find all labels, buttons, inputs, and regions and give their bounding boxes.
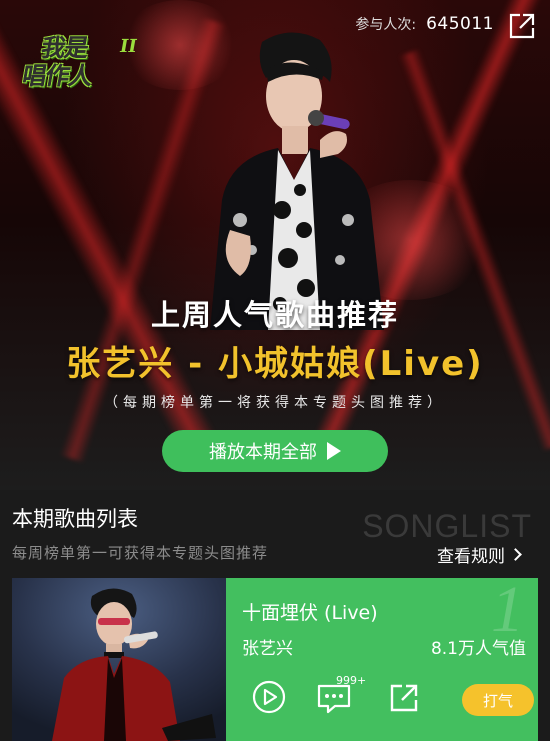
hero-note: （每期榜单第一将获得本专题头图推荐）: [104, 395, 446, 411]
artist-name[interactable]: 张艺兴: [242, 634, 293, 659]
play-all-button[interactable]: 播放本期全部: [162, 430, 388, 472]
comment-count-badge: 999+: [336, 674, 367, 687]
view-rules-link[interactable]: 查看规则: [437, 542, 522, 567]
cheer-button[interactable]: 打气: [462, 684, 534, 716]
song-thumbnail: [12, 578, 226, 741]
song-actions: 999+ 打气: [252, 674, 538, 720]
participants-counter: 参与人次: 645011: [355, 14, 494, 34]
play-circle-icon[interactable]: [252, 680, 286, 714]
share-icon[interactable]: [388, 682, 420, 714]
play-all-label: 播放本期全部: [209, 442, 317, 463]
songlist-watermark: SONGLIST: [362, 508, 532, 544]
view-rules-label: 查看规则: [437, 547, 505, 567]
songlist-subtitle: 每周榜单第一可获得本专题头图推荐: [12, 544, 269, 562]
participants-count: 645011: [426, 14, 494, 34]
chevron-right-icon: [509, 548, 522, 561]
songlist-title: 本期歌曲列表: [12, 507, 138, 531]
show-logo: 我是 II 唱作人: [17, 26, 140, 90]
external-share-icon[interactable]: [508, 12, 536, 40]
hero-title: 上周人气歌曲推荐: [150, 298, 399, 332]
play-triangle-icon: [327, 442, 341, 460]
singer-photo: [210, 32, 384, 330]
featured-song-title: 张艺兴 - 小城姑娘(Live): [66, 344, 484, 384]
hero-banner: 我是 II 唱作人 参与人次: 645011 上周人气歌曲推荐 张艺兴 - 小城…: [0, 0, 550, 490]
participants-label: 参与人次:: [355, 17, 417, 33]
popularity-value: 8.1万人气值: [430, 639, 526, 659]
song-title[interactable]: 十面埋伏 (Live): [242, 598, 378, 625]
song-card[interactable]: 1 十面埋伏 (Live) 张艺兴 8.1万人气值 999+ 打气: [12, 578, 538, 741]
logo-line-2: 唱作人: [20, 62, 95, 90]
